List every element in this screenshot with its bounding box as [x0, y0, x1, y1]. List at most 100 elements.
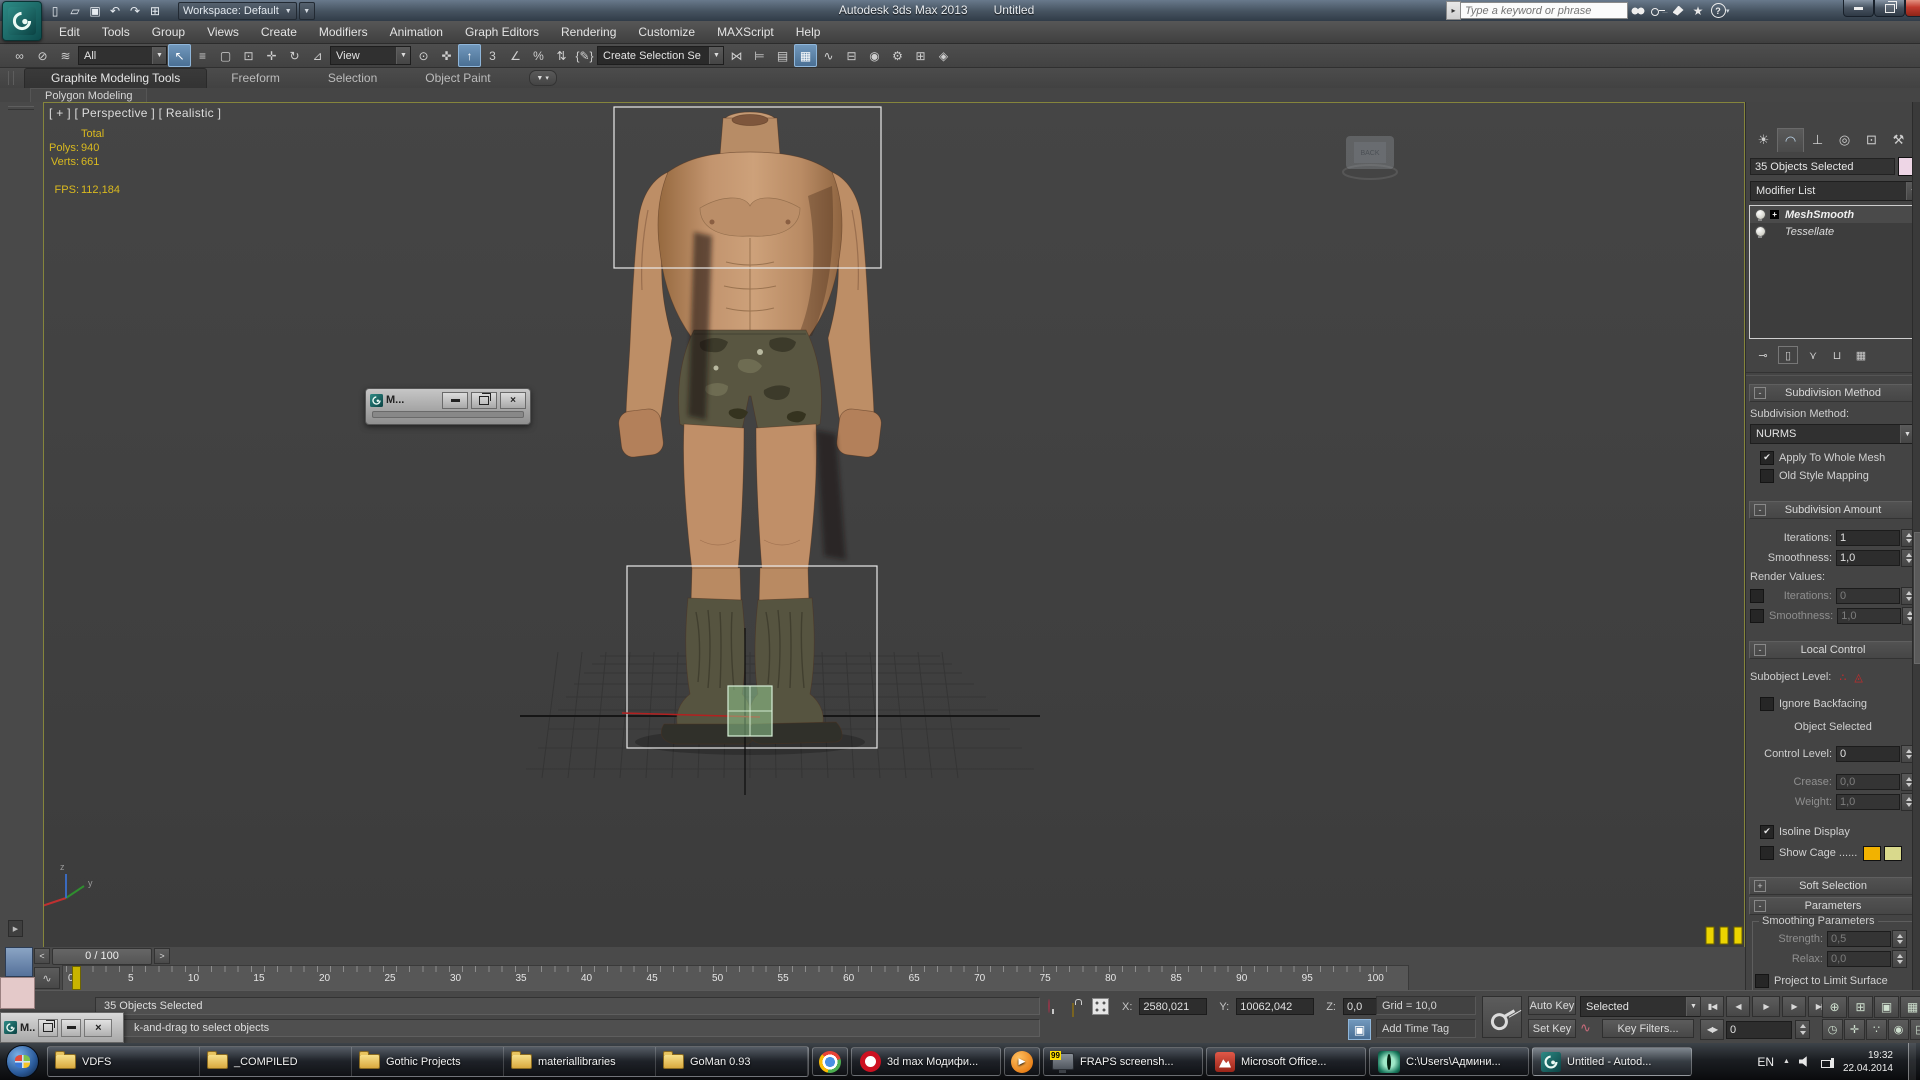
- menu-item[interactable]: MAXScript: [706, 21, 785, 43]
- checkbox-icon[interactable]: [1755, 974, 1769, 988]
- object-name-field[interactable]: 35 Objects Selected: [1750, 158, 1895, 175]
- snaps-toggle-icon[interactable]: 3: [481, 44, 504, 67]
- checkbox-icon[interactable]: [1760, 846, 1774, 860]
- menu-item[interactable]: Rendering: [550, 21, 627, 43]
- ribbon-minimize-button[interactable]: ▼ ▾: [529, 70, 557, 86]
- taskbar-media-player-button[interactable]: ▶: [1004, 1047, 1040, 1076]
- selection-filter-dropdown[interactable]: All ▼: [78, 46, 167, 65]
- ribbon-tab-object-paint[interactable]: Object Paint: [401, 69, 514, 88]
- select-and-scale-icon[interactable]: ⊿: [306, 44, 329, 67]
- ribbon-tab-freeform[interactable]: Freeform: [207, 69, 304, 88]
- panel-expand-arrow[interactable]: ▶: [8, 920, 23, 937]
- zoom-all-icon[interactable]: ⊞: [1848, 996, 1873, 1018]
- select-and-move-icon[interactable]: ✛: [260, 44, 283, 67]
- iterations-field[interactable]: 1: [1836, 530, 1900, 546]
- frame-spinner[interactable]: [1795, 1020, 1810, 1039]
- go-to-start-button[interactable]: ▮◀: [1700, 996, 1724, 1017]
- time-configuration-icon[interactable]: ◷: [1822, 1019, 1843, 1040]
- mini-curve-editor-button[interactable]: ∿: [34, 967, 60, 989]
- ribbon-tab-graphite-modeling-tools[interactable]: Graphite Modeling Tools: [24, 68, 207, 88]
- align-icon[interactable]: ⊨: [748, 44, 771, 67]
- auto-key-button[interactable]: Auto Key: [1528, 996, 1576, 1015]
- layer-manager-icon[interactable]: ▤: [771, 44, 794, 67]
- modifier-list-dropdown[interactable]: Modifier List ▼: [1750, 181, 1920, 201]
- show-end-result-icon[interactable]: ▯: [1778, 346, 1798, 364]
- perspective-viewport[interactable]: BACK x y z [ + ] [ Perspective ] [ Reali…: [43, 102, 1745, 948]
- isolate-selection-toggle[interactable]: ▣: [1348, 1019, 1371, 1040]
- redo-icon[interactable]: ↷: [126, 2, 144, 20]
- help-icon[interactable]: ?: [1708, 2, 1728, 19]
- cage-color-swatch-2[interactable]: [1884, 846, 1902, 861]
- visibility-bulb-icon[interactable]: [1755, 226, 1766, 237]
- rectangular-selection-region-icon[interactable]: ▢: [214, 44, 237, 67]
- modifier-meshsmooth[interactable]: + MeshSmooth: [1750, 206, 1916, 223]
- show-desktop-button[interactable]: [1908, 1043, 1916, 1080]
- edit-named-selection-sets-icon[interactable]: {✎}: [573, 44, 596, 67]
- scrollbar-thumb[interactable]: [1914, 532, 1920, 664]
- pan-view-icon[interactable]: ✛: [1844, 1019, 1865, 1040]
- keyboard-shortcut-override-icon[interactable]: ↑: [458, 44, 481, 67]
- render-smoothness-checkbox[interactable]: [1750, 609, 1764, 623]
- maximize-button[interactable]: [471, 392, 497, 409]
- tray-clock[interactable]: 19:32 22.04.2014: [1843, 1049, 1893, 1075]
- workspace-switcher[interactable]: Workspace: Default ▼ ▼: [178, 2, 315, 20]
- select-and-manipulate-icon[interactable]: ✜: [435, 44, 458, 67]
- select-and-rotate-icon[interactable]: ↻: [283, 44, 306, 67]
- maximize-viewport-toggle-icon[interactable]: ◱: [1910, 1019, 1920, 1040]
- menu-item[interactable]: Help: [785, 21, 832, 43]
- mini-listener-pane[interactable]: [0, 977, 35, 1009]
- default-tangent-icon[interactable]: ∿: [1580, 1020, 1591, 1036]
- select-by-name-icon[interactable]: ≡: [191, 44, 214, 67]
- project-folder-icon[interactable]: ⊞: [146, 2, 164, 20]
- track-bar[interactable]: ∿ 05101520253035404550556065707580859095…: [0, 965, 1745, 990]
- subscription-key-icon[interactable]: [1648, 2, 1668, 19]
- x-coordinate-field[interactable]: 2580,021: [1139, 998, 1207, 1015]
- tab-motion[interactable]: ◎: [1831, 128, 1858, 152]
- command-panel-scrollbar[interactable]: [1912, 102, 1920, 995]
- strength-spinner[interactable]: [1892, 930, 1907, 948]
- minimize-button[interactable]: [1843, 0, 1874, 17]
- workspace-extra-dropdown[interactable]: ▼: [299, 2, 315, 20]
- taskbar-opera-window[interactable]: 3d mах Модифи...: [851, 1047, 1001, 1076]
- restore-button[interactable]: [1874, 0, 1905, 17]
- make-unique-icon[interactable]: ⋎: [1804, 347, 1822, 363]
- tab-create[interactable]: ☀: [1750, 128, 1777, 152]
- search-icon[interactable]: [1628, 2, 1648, 19]
- unlink-selection-icon[interactable]: ⊘: [31, 44, 54, 67]
- tab-hierarchy[interactable]: ⊥: [1804, 128, 1831, 152]
- use-pivot-point-center-icon[interactable]: ⊙: [412, 44, 435, 67]
- polygon-modeling-panel[interactable]: Polygon Modeling: [30, 88, 147, 102]
- close-button[interactable]: ×: [500, 392, 526, 409]
- workspace-combo[interactable]: Workspace: Default ▼: [178, 2, 297, 20]
- cage-color-swatch-1[interactable]: [1863, 846, 1881, 861]
- restore-button[interactable]: [38, 1019, 58, 1037]
- close-button[interactable]: ×: [1905, 0, 1920, 17]
- old-style-mapping-row[interactable]: Old Style Mapping: [1760, 469, 1916, 483]
- checkbox-checked-icon[interactable]: ✔: [1760, 451, 1774, 465]
- render-iterations-checkbox[interactable]: [1750, 589, 1764, 603]
- viewport-canvas[interactable]: BACK x y z: [43, 102, 1745, 948]
- zoom-extents-icon[interactable]: ▣: [1874, 996, 1899, 1018]
- menu-item[interactable]: Create: [250, 21, 308, 43]
- app-logo-button[interactable]: [2, 1, 42, 41]
- isoline-display-row[interactable]: ✔ Isoline Display: [1760, 825, 1916, 839]
- add-time-tag[interactable]: Add Time Tag: [1376, 1019, 1476, 1038]
- start-button[interactable]: [6, 1045, 39, 1078]
- checkbox-checked-icon[interactable]: ✔: [1760, 825, 1774, 839]
- search-history-arrow[interactable]: ▸: [1446, 1, 1461, 20]
- taskbar-folder-window[interactable]: materiallibraries: [504, 1047, 656, 1076]
- docked-mini-window[interactable]: M.. ×: [0, 1012, 124, 1043]
- floating-toolbar-window[interactable]: M... ×: [365, 388, 531, 425]
- favorites-star-icon[interactable]: ★: [1688, 2, 1708, 19]
- panel-grip[interactable]: [8, 106, 34, 110]
- checkbox-icon[interactable]: [1760, 697, 1774, 711]
- menu-item[interactable]: Graph Editors: [454, 21, 550, 43]
- language-indicator[interactable]: EN: [1757, 1055, 1774, 1069]
- viewport-label[interactable]: [ + ] [ Perspective ] [ Realistic ]: [49, 106, 221, 120]
- control-level-field[interactable]: 0: [1836, 746, 1900, 762]
- tab-modify[interactable]: ◠: [1777, 128, 1804, 152]
- menu-item[interactable]: Customize: [627, 21, 706, 43]
- minimize-button[interactable]: [61, 1019, 81, 1037]
- rollout-subdivision-method[interactable]: - Subdivision Method: [1749, 384, 1917, 402]
- window-crossing-icon[interactable]: ⊡: [237, 44, 260, 67]
